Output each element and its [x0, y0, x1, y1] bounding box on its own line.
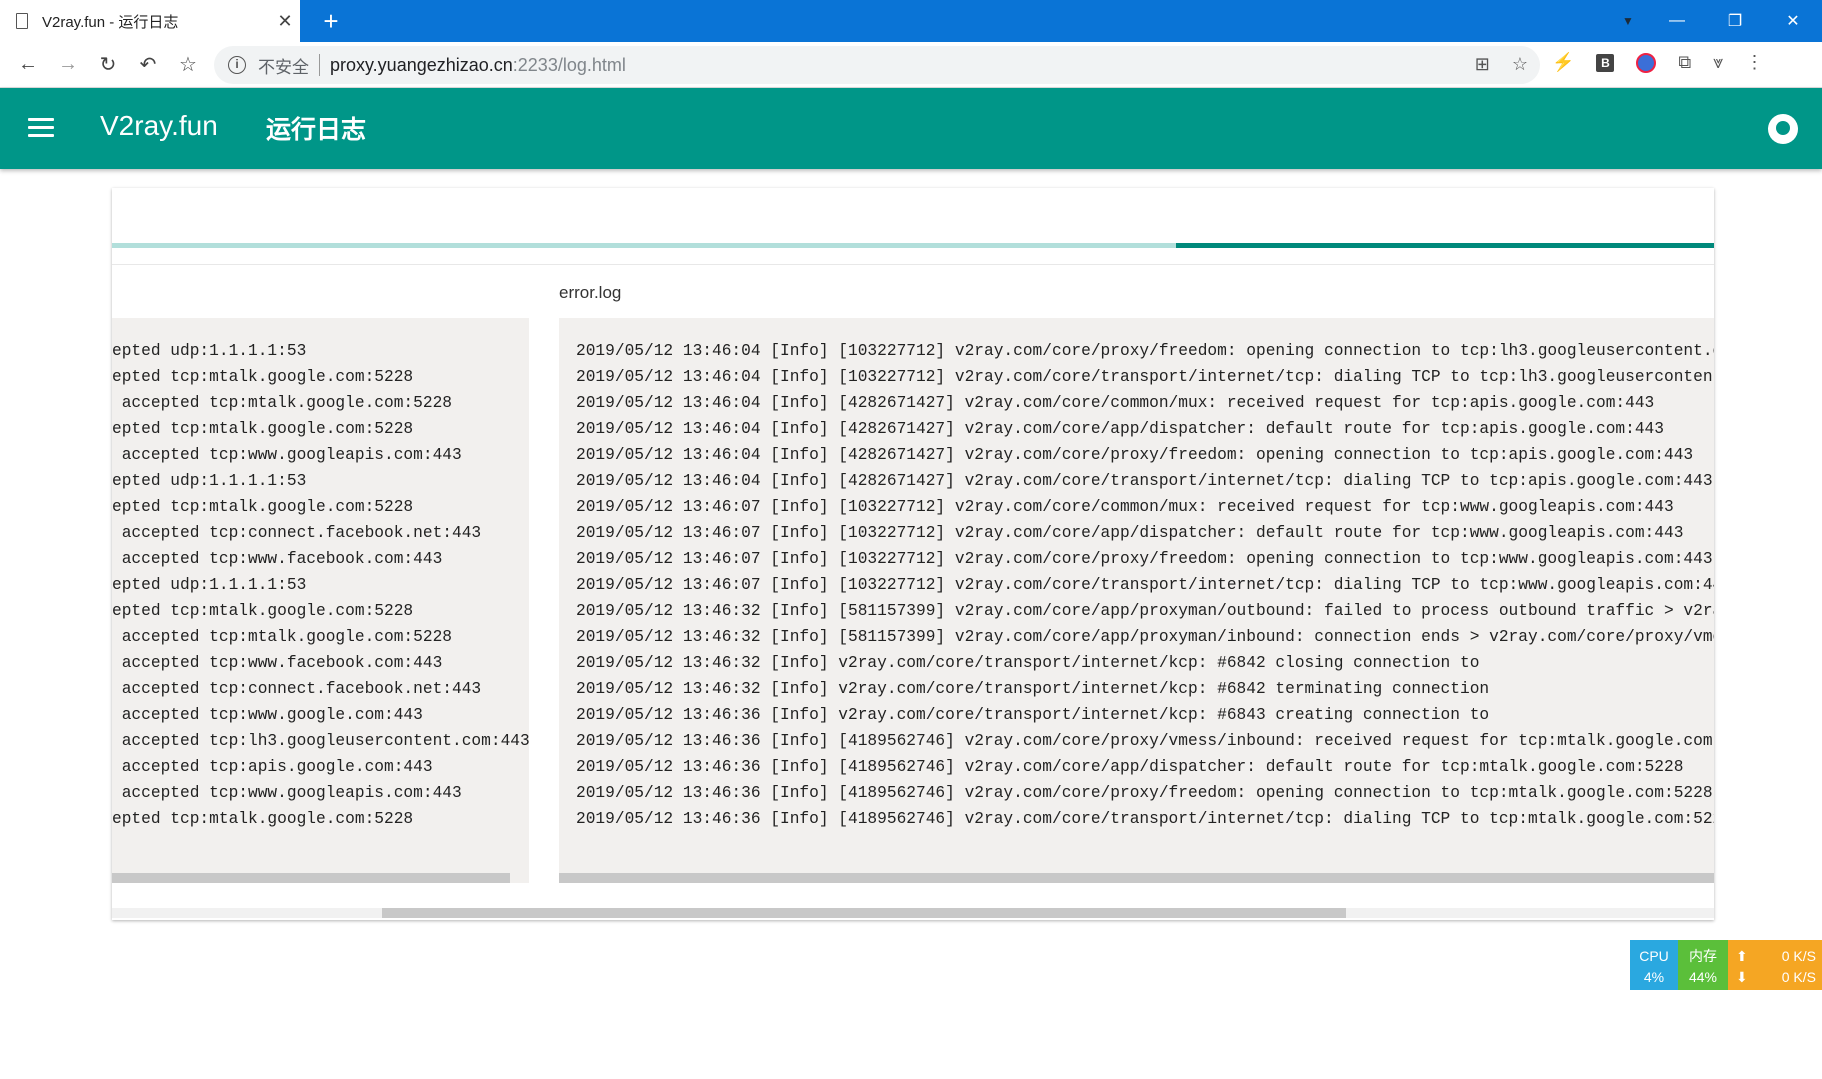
url-path: :2233/log.html [512, 54, 626, 75]
log-card: epted udp:1.1.1.1:53 epted tcp:mtalk.goog… [112, 188, 1714, 920]
b-extension-icon[interactable]: B [1596, 53, 1615, 72]
error-log-line: 2019/05/12 13:46:07 [Info] [103227712] v… [576, 550, 1713, 568]
close-tab-icon[interactable]: ✕ [270, 11, 300, 32]
error-log-line: 2019/05/12 13:46:07 [Info] [103227712] v… [576, 498, 1674, 516]
access-log-line: epted tcp:mtalk.google.com:5228 [112, 810, 414, 828]
error-log-line: 2019/05/12 13:46:36 [Info] [4189562746] … [576, 810, 1714, 828]
error-log-line: 2019/05/12 13:46:07 [Info] [103227712] v… [576, 524, 1684, 542]
app-bar: V2ray.fun 运行日志 [0, 88, 1822, 169]
page-icon [16, 13, 28, 29]
access-log-line: epted tcp:mtalk.google.com:5228 [112, 368, 414, 386]
download-speed: 0 K/S [1781, 969, 1816, 985]
error-log-line: 2019/05/12 13:46:36 [Info] [4189562746] … [576, 784, 1713, 802]
download-icon[interactable]: ⩔ [1713, 52, 1723, 73]
access-log-line: epted udp:1.1.1.1:53 [112, 472, 307, 490]
cpu-value: 4% [1643, 969, 1665, 985]
cpu-label: CPU [1639, 948, 1669, 964]
download-arrow-icon: ⬇ [1736, 969, 1748, 985]
error-log-line: 2019/05/12 13:46:07 [Info] [103227712] v… [576, 576, 1714, 594]
error-log-line: 2019/05/12 13:46:32 [Info] v2ray.com/cor… [576, 680, 1490, 698]
upload-speed: 0 K/S [1781, 948, 1816, 964]
translate-icon[interactable]: ⊞ [1475, 54, 1490, 75]
access-log-scrollbar[interactable] [112, 873, 510, 883]
error-log-line: 2019/05/12 13:46:04 [Info] [103227712] v… [576, 342, 1714, 360]
access-log-line: accepted tcp:www.facebook.com:443 [112, 654, 443, 672]
error-log-pane[interactable]: 2019/05/12 13:46:04 [Info] [103227712] v… [559, 318, 1714, 883]
card-scrollbar[interactable] [382, 908, 1346, 918]
access-log-line: accepted tcp:www.facebook.com:443 [112, 550, 443, 568]
avatar-extension-icon[interactable] [1636, 52, 1657, 73]
access-log-line: accepted tcp:mtalk.google.com:5228 [112, 628, 452, 646]
access-log-line: epted udp:1.1.1.1:53 [112, 342, 307, 360]
access-log-line: accepted tcp:www.google.com:443 [112, 706, 423, 724]
error-log-line: 2019/05/12 13:46:04 [Info] [4282671427] … [576, 446, 1694, 464]
close-window-button[interactable]: ✕ [1764, 11, 1822, 31]
flash-icon[interactable]: ⚡ [1552, 52, 1574, 73]
undo-close-icon[interactable]: ↶ [128, 52, 168, 77]
bookmark-star-icon[interactable]: ☆ [168, 52, 208, 77]
browser-toolbar: ← → ↻ ↶ ☆ i 不安全 proxy.yuangezhizao.cn:22… [0, 42, 1822, 88]
error-log-title: error.log [559, 283, 622, 302]
progress-bar [112, 243, 1714, 248]
memory-value: 44% [1688, 969, 1718, 985]
app-name[interactable]: V2ray.fun [100, 110, 218, 142]
address-separator [319, 54, 320, 76]
github-icon[interactable] [1768, 114, 1798, 144]
access-log-line: accepted tcp:connect.facebook.net:443 [112, 680, 482, 698]
access-log-line: epted udp:1.1.1.1:53 [112, 576, 307, 594]
back-icon[interactable]: ← [8, 53, 48, 76]
forward-icon[interactable]: → [48, 53, 88, 76]
info-icon[interactable]: i [228, 56, 246, 74]
crop-icon[interactable]: ⧉ [1678, 52, 1691, 73]
tab-title: V2ray.fun - 运行日志 [42, 13, 179, 31]
page-title: 运行日志 [266, 116, 367, 144]
error-log-line: 2019/05/12 13:46:04 [Info] [103227712] v… [576, 368, 1714, 386]
error-log-line: 2019/05/12 13:46:32 [Info] [581157399] v… [576, 602, 1714, 620]
error-log-line: 2019/05/12 13:46:36 [Info] [4189562746] … [576, 758, 1684, 776]
error-log-line: 2019/05/12 13:46:04 [Info] [4282671427] … [576, 472, 1713, 490]
browser-tab[interactable]: V2ray.fun - 运行日志 ✕ [0, 0, 300, 42]
restore-button[interactable]: ❐ [1706, 11, 1764, 31]
access-log-line: epted tcp:mtalk.google.com:5228 [112, 498, 414, 516]
address-bar[interactable]: i 不安全 proxy.yuangezhizao.cn:2233/log.htm… [214, 46, 1540, 84]
access-log-line: accepted tcp:apis.google.com:443 [112, 758, 433, 776]
window-controls: ▼ — ❐ ✕ [1608, 0, 1822, 42]
minimize-button[interactable]: — [1648, 12, 1706, 30]
error-log-line: 2019/05/12 13:46:36 [Info] v2ray.com/cor… [576, 706, 1490, 724]
access-log-line: epted tcp:mtalk.google.com:5228 [112, 420, 414, 438]
access-log-line: accepted tcp:www.googleapis.com:443 [112, 446, 462, 464]
access-log-pane[interactable]: epted udp:1.1.1.1:53 epted tcp:mtalk.goog… [112, 318, 529, 883]
reload-icon[interactable]: ↻ [88, 52, 128, 77]
network-indicator: ⬆ 0 K/S ⬇ 0 K/S [1728, 940, 1822, 990]
menu-icon[interactable] [28, 118, 54, 138]
memory-indicator: 内存 44% [1678, 940, 1728, 990]
url-host: proxy.yuangezhizao.cn [330, 54, 513, 75]
access-log-line: accepted tcp:lh3.googleusercontent.com:4… [112, 732, 529, 750]
new-tab-button[interactable]: + [316, 6, 346, 36]
error-log-scrollbar[interactable] [559, 873, 1714, 883]
tab-search-icon[interactable]: ▼ [1608, 14, 1648, 28]
security-label: 不安全 [258, 57, 309, 77]
access-log-text: epted udp:1.1.1.1:53 epted tcp:mtalk.goog… [112, 338, 529, 832]
error-log-line: 2019/05/12 13:46:04 [Info] [4282671427] … [576, 420, 1664, 438]
divider [112, 264, 1714, 265]
bookmark-page-icon[interactable]: ☆ [1512, 54, 1528, 75]
access-log-line: accepted tcp:mtalk.google.com:5228 [112, 394, 452, 412]
menu-dots-icon[interactable]: ⋮ [1745, 52, 1763, 73]
memory-label: 内存 [1689, 948, 1717, 964]
extension-icons: ⚡ B ⧉ ⩔ ⋮ [1552, 52, 1763, 73]
access-log-line: accepted tcp:connect.facebook.net:443 [112, 524, 482, 542]
progress-fill [1176, 243, 1714, 248]
access-log-line: accepted tcp:www.googleapis.com:443 [112, 784, 462, 802]
error-log-line: 2019/05/12 13:46:36 [Info] [4189562746] … [576, 732, 1714, 750]
access-log-line: epted tcp:mtalk.google.com:5228 [112, 602, 414, 620]
cpu-indicator: CPU 4% [1630, 940, 1678, 990]
error-log-line: 2019/05/12 13:46:32 [Info] v2ray.com/cor… [576, 654, 1480, 672]
error-log-line: 2019/05/12 13:46:32 [Info] [581157399] v… [576, 628, 1714, 646]
error-log-line: 2019/05/12 13:46:04 [Info] [4282671427] … [576, 394, 1655, 412]
error-log-text: 2019/05/12 13:46:04 [Info] [103227712] v… [576, 338, 1714, 832]
system-monitor: CPU 4% 内存 44% ⬆ 0 K/S ⬇ 0 K/S [1630, 940, 1822, 990]
upload-arrow-icon: ⬆ [1736, 948, 1748, 964]
browser-titlebar: V2ray.fun - 运行日志 ✕ + ▼ — ❐ ✕ [0, 0, 1822, 42]
